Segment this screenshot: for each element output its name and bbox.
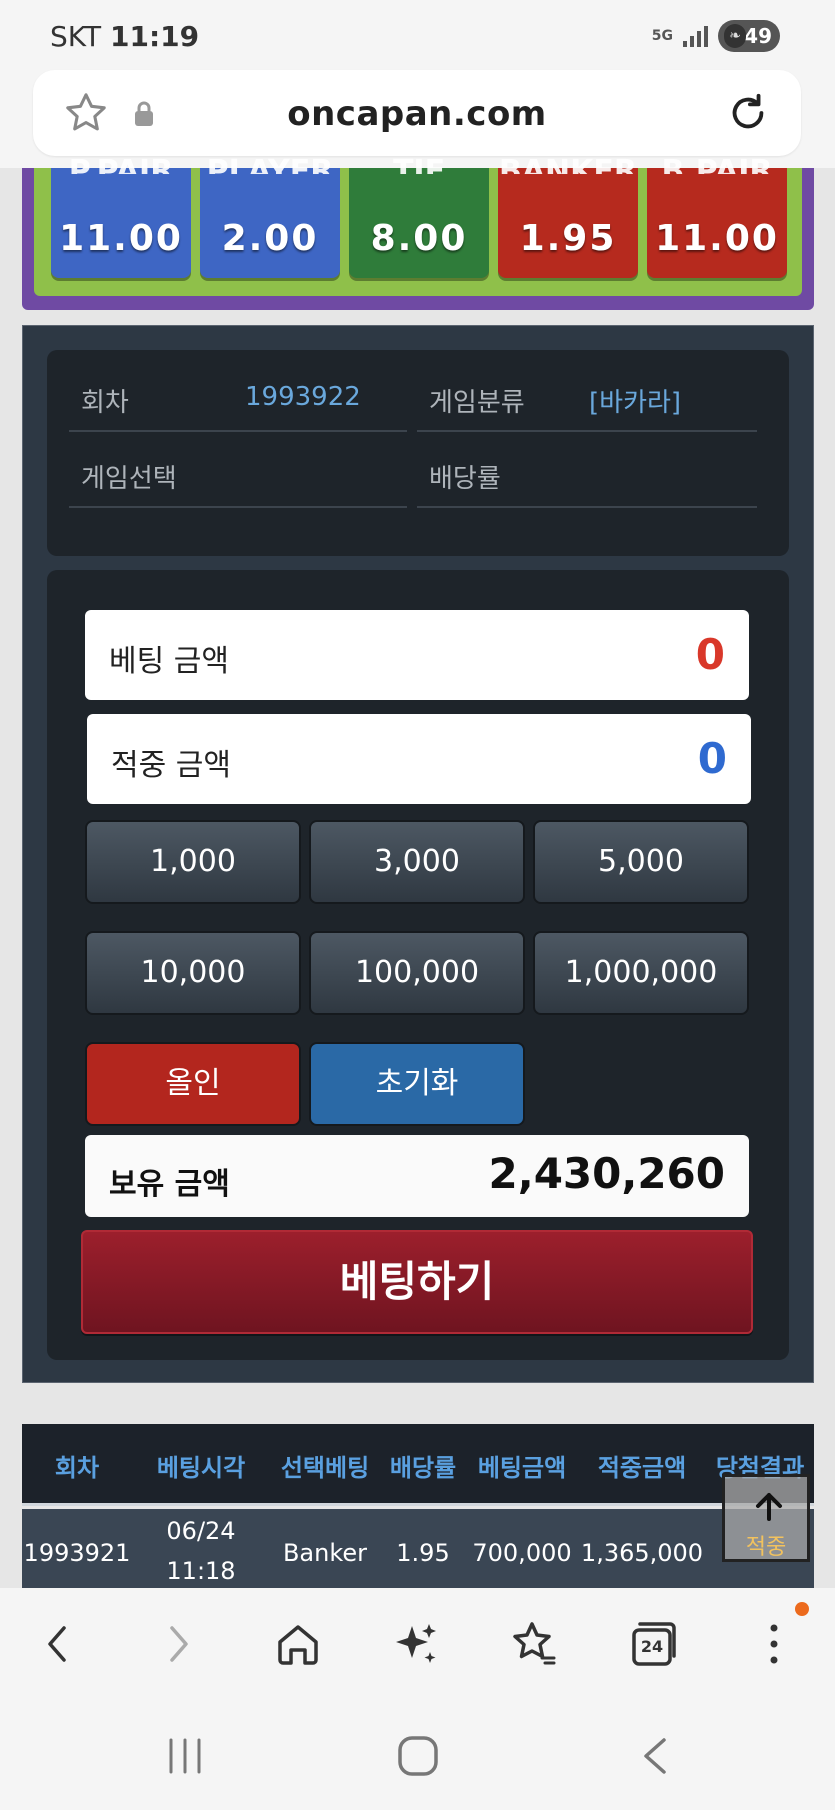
odds-button-tie[interactable]: TIE 8.00 bbox=[349, 154, 489, 278]
reload-icon[interactable] bbox=[725, 90, 771, 136]
home-button-icon[interactable] bbox=[396, 1734, 440, 1778]
clock: 11:19 bbox=[109, 20, 200, 53]
info-round-value: 1993922 bbox=[245, 382, 361, 412]
col-odds: 배당률 bbox=[389, 1454, 457, 1482]
col-pick: 선택베팅 bbox=[280, 1454, 370, 1482]
signal-icon bbox=[683, 25, 708, 47]
odds-button-label: PLAYER bbox=[206, 154, 334, 174]
balance-value: 2,430,260 bbox=[488, 1149, 725, 1198]
odds-button-value: 11.00 bbox=[655, 218, 779, 259]
info-select: 게임선택 bbox=[69, 438, 407, 508]
status-carrier-time: SKT 11:19 bbox=[50, 20, 199, 53]
game-info-card: 회차 1993922 게임분류 [바카라] 게임선택 배당률 bbox=[47, 350, 789, 556]
chip-button-3000[interactable]: 3,000 bbox=[309, 820, 525, 904]
all-in-button[interactable]: 올인 bbox=[85, 1042, 301, 1126]
bet-amount-value: 0 bbox=[695, 630, 725, 679]
network-5g-icon: 5G bbox=[651, 28, 673, 44]
system-back-icon[interactable] bbox=[636, 1734, 676, 1778]
win-amount-field: 적중 금액 0 bbox=[87, 714, 751, 804]
chip-button-10000[interactable]: 10,000 bbox=[85, 931, 301, 1015]
table-row: 1993921 06/24 11:18 Banker 1.95 700,000 … bbox=[22, 1509, 814, 1588]
info-round-label: 회차 bbox=[81, 388, 129, 418]
win-amount-label: 적중 금액 bbox=[111, 748, 231, 783]
odds-button-label: P.PAIR bbox=[68, 154, 174, 174]
odds-button-value: 11.00 bbox=[59, 218, 183, 259]
table-header: 회차 베팅시각 선택베팅 배당률 베팅금액 적중금액 당첨결과 bbox=[22, 1424, 814, 1506]
bet-panel: 회차 1993922 게임분류 [바카라] 게임선택 배당률 베팅 금액 0 적… bbox=[22, 325, 814, 1383]
address-bar[interactable]: oncapan.com bbox=[33, 70, 801, 156]
balance-box: 보유 금액 2,430,260 bbox=[85, 1135, 749, 1217]
cell-time: 11:18 bbox=[166, 1557, 236, 1585]
more-menu-icon[interactable] bbox=[748, 1618, 800, 1670]
home-icon[interactable] bbox=[272, 1618, 324, 1670]
tab-count: 24 bbox=[640, 1637, 664, 1656]
arrow-up-icon bbox=[756, 1493, 782, 1521]
scroll-to-top-button[interactable]: 적중 bbox=[722, 1474, 810, 1562]
cell-bet-amount: 700,000 bbox=[472, 1539, 572, 1567]
leaf-icon: ❧ bbox=[724, 24, 746, 48]
bet-history-table: 회차 베팅시각 선택베팅 배당률 베팅금액 적중금액 당첨결과 1993921 … bbox=[22, 1424, 814, 1588]
chip-button-100000[interactable]: 100,000 bbox=[309, 931, 525, 1015]
odds-strip-inner: P.PAIR 11.00 PLAYER 2.00 TIE 8.00 BANKER… bbox=[34, 154, 802, 296]
odds-button-label: TIE bbox=[392, 154, 446, 174]
info-category-value: [바카라] bbox=[589, 388, 682, 418]
win-amount-value: 0 bbox=[697, 734, 727, 783]
odds-button-value: 8.00 bbox=[370, 218, 468, 259]
notification-dot-icon bbox=[795, 1602, 809, 1616]
odds-strip: P.PAIR 11.00 PLAYER 2.00 TIE 8.00 BANKER… bbox=[22, 154, 814, 310]
odds-button-label: BANKER bbox=[498, 154, 638, 174]
bet-amount-field[interactable]: 베팅 금액 0 bbox=[85, 610, 749, 700]
chip-button-1000000[interactable]: 1,000,000 bbox=[533, 931, 749, 1015]
odds-button-player[interactable]: PLAYER 2.00 bbox=[200, 154, 340, 278]
col-bet-amount: 베팅금액 bbox=[477, 1454, 567, 1482]
browser-bottom-bar: 24 bbox=[0, 1588, 835, 1700]
info-odds: 배당률 bbox=[417, 438, 757, 508]
reset-button[interactable]: 초기화 bbox=[309, 1042, 525, 1126]
balance-label: 보유 금액 bbox=[109, 1167, 230, 1202]
odds-button-value: 2.00 bbox=[221, 218, 319, 259]
col-round: 회차 bbox=[54, 1454, 100, 1482]
bet-amount-label: 베팅 금액 bbox=[109, 644, 229, 679]
status-bar: SKT 11:19 5G ❧ 49 bbox=[0, 0, 835, 70]
info-category-label: 게임분류 bbox=[429, 388, 525, 418]
info-category: 게임분류 [바카라] bbox=[417, 362, 757, 432]
odds-button-value: 1.95 bbox=[519, 218, 617, 259]
odds-button-banker-pair[interactable]: B.PAIR 11.00 bbox=[647, 154, 787, 278]
status-icons: 5G ❧ 49 bbox=[652, 20, 780, 52]
sparkle-icon[interactable] bbox=[390, 1618, 442, 1670]
bet-card: 베팅 금액 0 적중 금액 0 1,000 3,000 5,000 10,000… bbox=[47, 570, 789, 1360]
odds-button-player-pair[interactable]: P.PAIR 11.00 bbox=[51, 154, 191, 278]
bookmarks-icon[interactable] bbox=[508, 1618, 560, 1670]
info-select-label: 게임선택 bbox=[81, 464, 177, 494]
odds-button-label: B.PAIR bbox=[661, 154, 773, 174]
cell-odds: 1.95 bbox=[396, 1539, 450, 1567]
col-bet-time: 베팅시각 bbox=[156, 1454, 246, 1482]
chip-button-1000[interactable]: 1,000 bbox=[85, 820, 301, 904]
cell-win-amount: 1,365,000 bbox=[580, 1539, 704, 1567]
cell-date: 06/24 bbox=[166, 1517, 236, 1545]
odds-button-banker[interactable]: BANKER 1.95 bbox=[498, 154, 638, 278]
system-navigation-bar bbox=[0, 1700, 835, 1810]
back-icon[interactable] bbox=[32, 1618, 84, 1670]
battery-icon: ❧ 49 bbox=[718, 20, 780, 52]
col-win-amount: 적중금액 bbox=[597, 1454, 687, 1482]
cell-round: 1993921 bbox=[23, 1539, 131, 1567]
info-odds-label: 배당률 bbox=[429, 464, 501, 494]
forward-icon[interactable] bbox=[152, 1618, 204, 1670]
battery-level: 49 bbox=[744, 24, 772, 48]
tabs-icon[interactable]: 24 bbox=[628, 1618, 680, 1670]
url-text[interactable]: oncapan.com bbox=[33, 94, 801, 134]
recent-apps-icon[interactable] bbox=[165, 1736, 205, 1776]
carrier-name: SKT bbox=[50, 20, 102, 53]
info-round: 회차 1993922 bbox=[69, 362, 407, 432]
cell-pick: Banker bbox=[282, 1539, 368, 1567]
chip-button-5000[interactable]: 5,000 bbox=[533, 820, 749, 904]
cell-result: 적중 bbox=[745, 1535, 787, 1560]
place-bet-button[interactable]: 베팅하기 bbox=[81, 1230, 753, 1334]
